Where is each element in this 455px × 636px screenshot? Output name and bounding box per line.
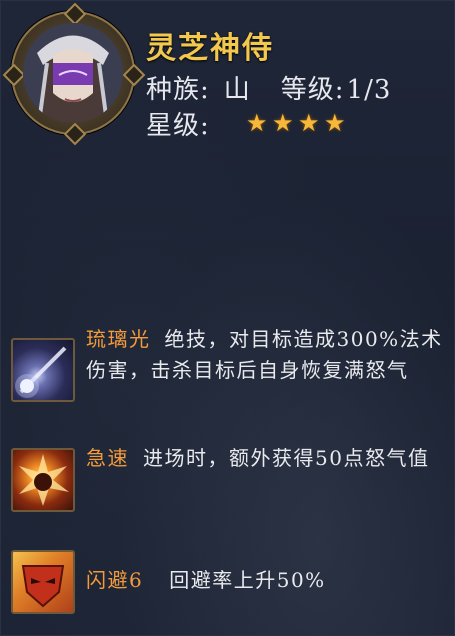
skill-description: 进场时，额外获得50点怒气值	[143, 446, 430, 470]
skill-description: 回避率上升50%	[169, 568, 326, 592]
star-label: 星级:	[146, 111, 210, 141]
star-icon: ★	[298, 109, 320, 137]
star-rating: ★ ★ ★ ★	[246, 111, 348, 135]
star-icon: ★	[324, 109, 346, 137]
comet-icon[interactable]	[11, 338, 75, 402]
hero-portrait[interactable]	[2, 2, 146, 146]
skill-name: 急速	[86, 446, 129, 470]
skill-description-block: 琉璃光 绝技，对目标造成300%法术伤害，击杀目标后自身恢复满怒气	[86, 324, 446, 386]
skill-description-block: 急速 进场时，额外获得50点怒气值	[86, 443, 446, 474]
race-value: 山	[223, 75, 251, 105]
mask-icon[interactable]	[11, 550, 75, 614]
star-icon: ★	[272, 109, 294, 137]
skill-name: 闪避6	[86, 568, 144, 592]
level-value: 1/3	[346, 75, 392, 105]
burst-icon[interactable]	[11, 448, 75, 512]
hero-avatar-art	[23, 23, 123, 123]
race-level-row: 种族: 山等级:1/3	[146, 69, 391, 106]
skill-name: 琉璃光	[86, 327, 151, 351]
race-label: 种族:	[146, 75, 210, 105]
star-icon: ★	[246, 109, 268, 137]
hero-avatar	[23, 23, 123, 123]
level-label: 等级:	[280, 75, 345, 105]
hero-name: 灵芝神侍	[146, 31, 274, 66]
hero-info-panel: 灵芝神侍 种族: 山等级:1/3 星级: ★ ★ ★ ★ 琉璃光 绝技，对目标造成300%…	[0, 0, 455, 636]
skill-description-block: 闪避6 回避率上升50%	[86, 565, 446, 596]
star-row: 星级:	[146, 105, 210, 142]
